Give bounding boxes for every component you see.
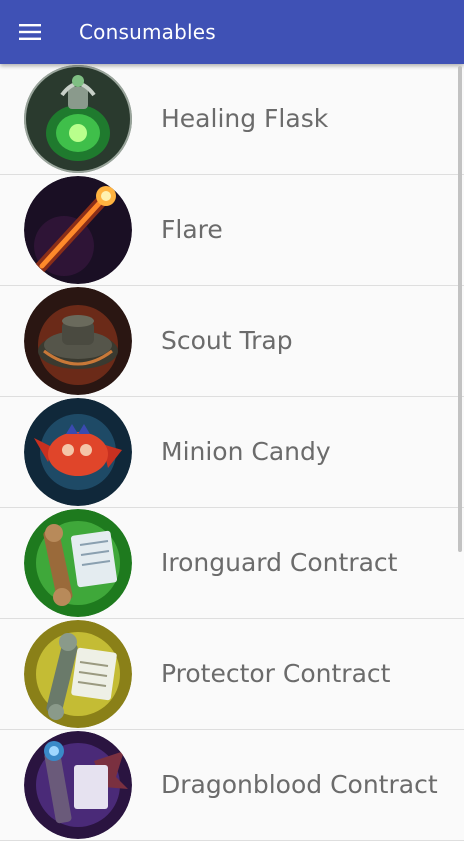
item-name: Flare	[161, 215, 223, 244]
list-item[interactable]: Flare	[0, 175, 464, 286]
ironguard-contract-icon	[24, 509, 132, 617]
item-name: Ironguard Contract	[161, 548, 398, 577]
list-item[interactable]: Dragonblood Contract	[0, 730, 464, 841]
hamburger-menu-icon[interactable]	[10, 12, 50, 52]
consumables-list: Healing Flask Flare Scout Trap Minion Ca…	[0, 64, 464, 841]
healing-flask-icon	[24, 65, 132, 173]
minion-candy-icon	[24, 398, 132, 506]
scrollbar[interactable]	[458, 66, 462, 552]
app-bar: Consumables	[0, 0, 464, 64]
item-name: Protector Contract	[161, 659, 391, 688]
item-name: Minion Candy	[161, 437, 331, 466]
list-item[interactable]: Healing Flask	[0, 64, 464, 175]
scout-trap-icon	[24, 287, 132, 395]
list-item[interactable]: Minion Candy	[0, 397, 464, 508]
item-name: Scout Trap	[161, 326, 293, 355]
item-name: Dragonblood Contract	[161, 770, 438, 799]
protector-contract-icon	[24, 620, 132, 728]
list-item[interactable]: Scout Trap	[0, 286, 464, 397]
list-item[interactable]: Ironguard Contract	[0, 508, 464, 619]
flare-icon	[24, 176, 132, 284]
dragonblood-contract-icon	[24, 731, 132, 839]
page-title: Consumables	[79, 20, 216, 44]
item-name: Healing Flask	[161, 104, 329, 133]
list-item[interactable]: Protector Contract	[0, 619, 464, 730]
